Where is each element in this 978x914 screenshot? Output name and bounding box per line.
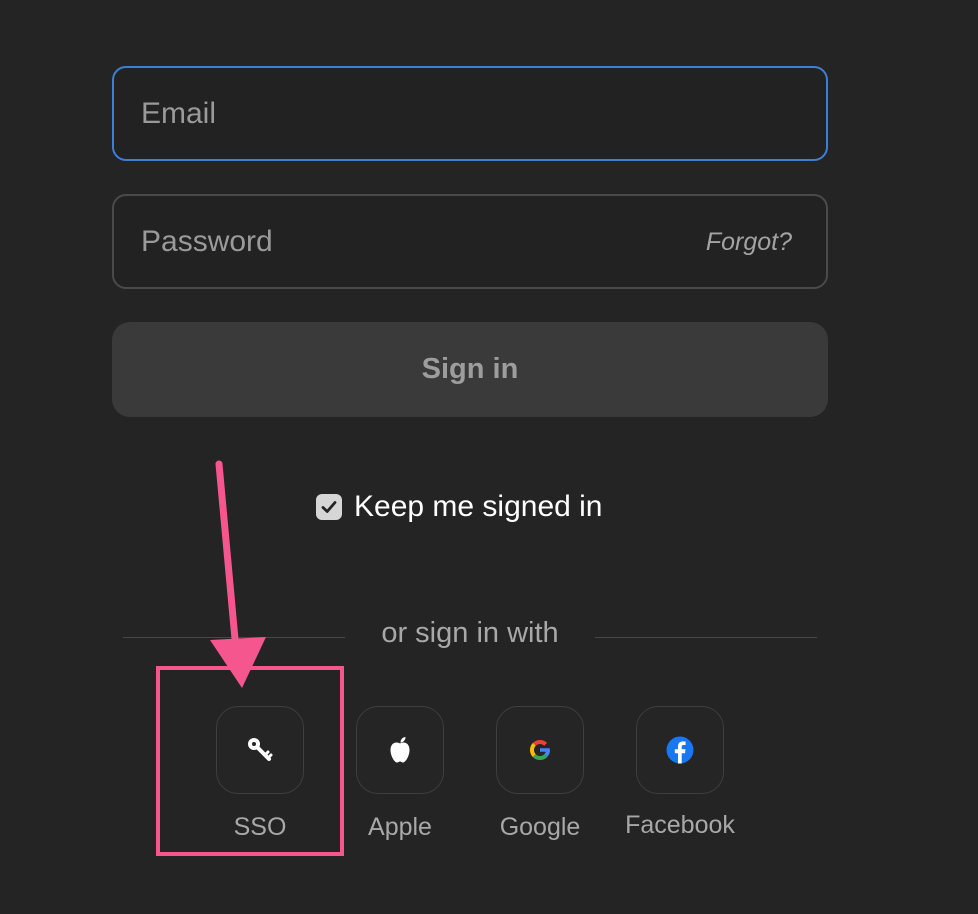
email-field-container[interactable] [112,66,828,161]
facebook-icon [666,736,694,764]
login-page: Forgot? Sign in Keep me signed in or sig… [0,0,978,914]
apple-icon [390,737,410,763]
password-field-container[interactable]: Forgot? [112,194,828,289]
facebook-button[interactable] [636,706,724,794]
divider-label: or sign in with [381,617,559,649]
sign-in-button[interactable]: Sign in [112,322,828,417]
keep-signed-in-checkbox[interactable] [316,494,342,520]
apple-label: Apple [368,813,432,841]
google-icon [530,740,551,760]
facebook-label: Facebook [625,811,735,839]
google-label: Google [499,813,581,841]
apple-button[interactable] [356,706,444,794]
forgot-password-link[interactable]: Forgot? [706,228,792,257]
keep-signed-in-toggle[interactable]: Keep me signed in [316,490,603,523]
annotation-arrow-icon [210,460,266,688]
checkmark-icon [321,501,337,513]
google-button[interactable] [496,706,584,794]
email-input[interactable] [114,68,826,159]
keep-signed-in-label: Keep me signed in [354,490,603,523]
divider-line-right [595,637,817,638]
